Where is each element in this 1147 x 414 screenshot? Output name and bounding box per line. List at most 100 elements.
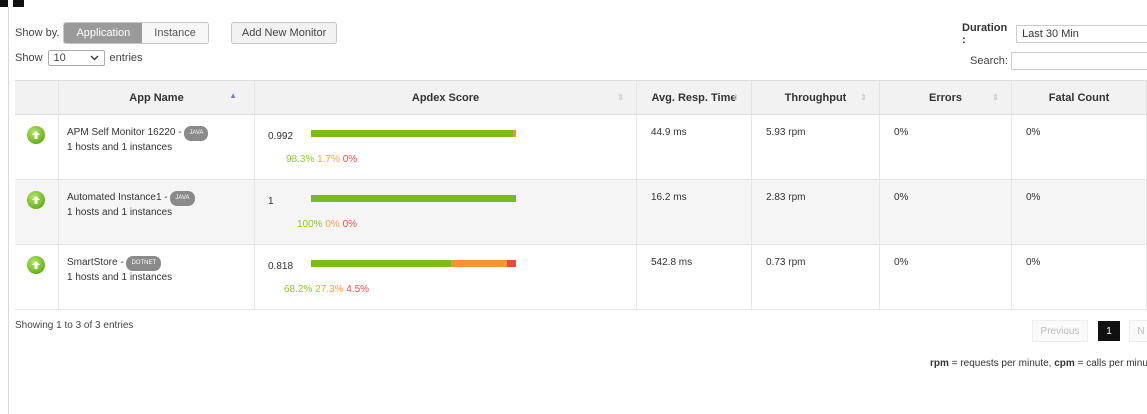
throughput-cell: 5.93 rpm (752, 115, 880, 179)
legend-rpm-text: = requests per minute, (948, 358, 1055, 369)
view-toggle: Application Instance (63, 22, 209, 44)
sort-icon: ⇕ (732, 93, 739, 102)
search-control: Search: (970, 52, 1147, 70)
duration-label: Duration : (962, 22, 1008, 46)
app-type-badge: DOTNET (126, 256, 162, 271)
apdex-percentages: 100% 0% 0% (297, 219, 357, 230)
column-avg-resp-time[interactable]: Avg. Resp. Time ⇕ (637, 81, 752, 114)
errors-cell: 0% (880, 245, 1012, 309)
app-name-link[interactable]: APM Self Monitor 16220 - (67, 127, 184, 138)
app-type-badge: JAVA (184, 126, 209, 141)
apdex-satisfied-segment (311, 195, 516, 202)
next-page-button[interactable]: N (1129, 320, 1147, 342)
duration-control: Duration : Last 30 Min (962, 22, 1147, 46)
view-option-application[interactable]: Application (64, 23, 143, 43)
sort-ascending-icon: ▲ (229, 91, 237, 100)
apdex-bar (311, 260, 516, 267)
apdex-tolerating-segment (512, 130, 516, 137)
avg-resp-time-cell: 16.2 ms (637, 180, 752, 244)
apdex-score: 1 (268, 196, 274, 207)
previous-page-button[interactable]: Previous (1032, 320, 1088, 342)
app-hosts-instances: 1 hosts and 1 instances (67, 142, 173, 153)
apdex-tolerating-pct: 0% (325, 219, 340, 230)
entries-control: Show 10 entries (15, 50, 143, 66)
sort-icon: ⇕ (860, 93, 867, 102)
apdex-percentages: 98.3% 1.7% 0% (286, 154, 357, 165)
apdex-score: 0.818 (268, 261, 294, 272)
column-status (15, 81, 59, 114)
column-errors[interactable]: Errors ⇕ (880, 81, 1012, 114)
sort-icon: ⇕ (617, 93, 624, 102)
apdex-cell: 1 100% 0% 0% (255, 180, 637, 244)
status-up-icon (27, 126, 45, 144)
logo-fragment (0, 0, 24, 7)
fatal-count-cell: 0% (1012, 180, 1147, 244)
avg-resp-time-cell: 44.9 ms (637, 115, 752, 179)
app-hosts-instances: 1 hosts and 1 instances (67, 272, 173, 283)
apdex-score: 0.992 (268, 131, 294, 142)
app-name-cell: Automated Instance1 - JAVA 1 hosts and 1 … (59, 180, 255, 244)
legend-cpm-text: = calls per minute (1077, 358, 1147, 369)
app-hosts-instances: 1 hosts and 1 instances (67, 207, 173, 218)
apdex-tolerating-segment (450, 260, 507, 267)
apdex-cell: 0.992 98.3% 1.7% 0% (255, 115, 637, 179)
units-legend: rpm = requests per minute, cpm = calls p… (930, 358, 1147, 369)
throughput-cell: 2.83 rpm (752, 180, 880, 244)
apdex-frustrated-pct: 0% (342, 219, 358, 230)
status-up-icon (27, 191, 45, 209)
column-throughput[interactable]: Throughput ⇕ (752, 81, 880, 114)
app-name-cell: SmartStore - DOTNET 1 hosts and 1 instanc… (59, 245, 255, 309)
left-divider (8, 7, 9, 414)
apdex-satisfied-pct: 68.2% (284, 284, 313, 295)
table-info: Showing 1 to 3 of 3 entries (15, 320, 134, 331)
add-new-monitor-button[interactable]: Add New Monitor (230, 22, 338, 44)
table-row[interactable]: SmartStore - DOTNET 1 hosts and 1 instanc… (15, 245, 1147, 310)
apdex-satisfied-pct: 100% (297, 219, 323, 230)
entries-label: entries (109, 52, 143, 64)
status-cell (15, 245, 59, 309)
throughput-cell: 0.73 rpm (752, 245, 880, 309)
column-app-name[interactable]: App Name ▲ (59, 81, 255, 114)
page-1-button[interactable]: 1 (1098, 321, 1120, 341)
top-bar (0, 0, 1147, 10)
search-input[interactable] (1010, 52, 1147, 70)
errors-cell: 0% (880, 115, 1012, 179)
status-up-icon (27, 256, 45, 274)
apdex-satisfied-segment (311, 130, 513, 137)
column-fatal-count[interactable]: Fatal Count (1012, 81, 1147, 114)
table-row[interactable]: APM Self Monitor 16220 - JAVA 1 hosts and… (15, 115, 1147, 180)
avg-resp-time-cell: 542.8 ms (637, 245, 752, 309)
entries-select[interactable]: 10 (47, 50, 105, 66)
apdex-cell: 0.818 68.2% 27.3% 4.5% (255, 245, 637, 309)
fatal-count-cell: 0% (1012, 115, 1147, 179)
show-label: Show (15, 52, 43, 64)
search-label: Search: (970, 55, 1008, 67)
column-apdex-score[interactable]: Apdex Score ⇕ (255, 81, 637, 114)
errors-cell: 0% (880, 180, 1012, 244)
app-name-link[interactable]: Automated Instance1 - (67, 192, 170, 203)
duration-select[interactable]: Last 30 Min (1016, 25, 1147, 43)
app-name-link[interactable]: SmartStore - (67, 257, 126, 268)
fatal-count-cell: 0% (1012, 245, 1147, 309)
view-controls: Show by. Application Instance Add New Mo… (15, 22, 338, 44)
chevron-down-icon (90, 55, 98, 61)
view-option-instance[interactable]: Instance (142, 23, 208, 43)
apdex-bar (311, 130, 516, 137)
monitors-table: App Name ▲ Apdex Score ⇕ Avg. Resp. Time… (15, 80, 1147, 310)
status-cell (15, 115, 59, 179)
apdex-tolerating-pct: 27.3% (315, 284, 344, 295)
apdex-frustrated-pct: 4.5% (346, 284, 370, 295)
app-type-badge: JAVA (170, 191, 195, 206)
legend-rpm: rpm (930, 358, 949, 369)
entries-value: 10 (53, 52, 66, 64)
apdex-satisfied-segment (311, 260, 451, 267)
apdex-frustrated-segment (506, 260, 516, 267)
apdex-percentages: 68.2% 27.3% 4.5% (284, 284, 369, 295)
legend-cpm: cpm (1054, 358, 1075, 369)
table-header: App Name ▲ Apdex Score ⇕ Avg. Resp. Time… (15, 80, 1147, 115)
pagination: Previous 1 N (1032, 320, 1147, 342)
app-name-cell: APM Self Monitor 16220 - JAVA 1 hosts and… (59, 115, 255, 179)
apdex-bar (311, 195, 516, 202)
table-row[interactable]: Automated Instance1 - JAVA 1 hosts and 1 … (15, 180, 1147, 245)
apdex-satisfied-pct: 98.3% (286, 154, 315, 165)
